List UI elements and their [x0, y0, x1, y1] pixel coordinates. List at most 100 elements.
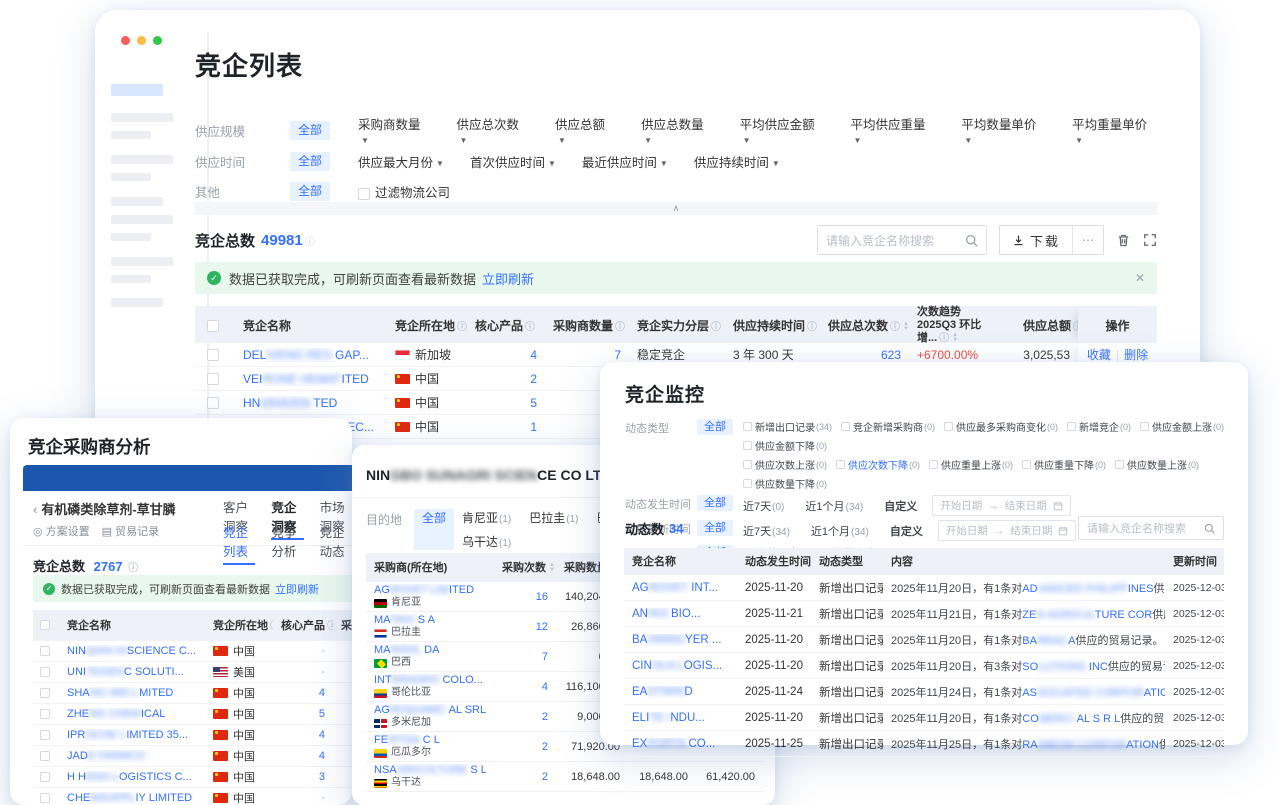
fullscreen-icon[interactable] — [1143, 233, 1157, 247]
purchase-times-cell[interactable]: 7 — [494, 651, 556, 663]
filter-dropdown[interactable]: 首次供应时间▼ — [470, 152, 556, 171]
filter-dropdown[interactable]: 采购商数量▼ — [358, 114, 431, 147]
monitor-option-新增竞企[interactable]: 新增竞企(0) — [1067, 419, 1131, 434]
minimize-window-icon[interactable] — [137, 36, 146, 45]
core-products-cell[interactable]: 1 — [467, 420, 545, 434]
buyer-name-cell[interactable]: AGROQUIMIC AL SRL多米尼加 — [366, 704, 494, 729]
company-name-cell[interactable]: H HENG LOGISTICS C... — [59, 771, 205, 783]
company-name-cell[interactable]: EXPORTA CO... — [624, 738, 737, 750]
core-products-cell[interactable]: - — [273, 792, 333, 804]
monitor-option-供应重量下降[interactable]: 供应重量下降(0) — [1022, 457, 1106, 472]
company-name-cell[interactable]: ELITE INDU... — [624, 712, 737, 724]
buyer-name-cell[interactable]: INTERAGRO COLO...哥伦比亚 — [366, 674, 494, 699]
monitor-option-供应重量上涨[interactable]: 供应重量上涨(0) — [929, 457, 1013, 472]
checkbox[interactable] — [207, 320, 219, 332]
table-row[interactable]: H HENG LOGISTICS C...中国3 — [33, 767, 352, 788]
checkbox[interactable] — [207, 349, 219, 361]
filter-chip-all[interactable]: 全部 — [290, 152, 330, 171]
filter-checkbox-option[interactable]: 过滤物流公司 — [358, 182, 450, 201]
monitor-option-竞企新增采购商[interactable]: 竞企新增采购商(0) — [841, 419, 935, 434]
company-name-cell[interactable]: HNGRAVEN TED — [235, 396, 387, 410]
core-products-cell[interactable]: 4 — [467, 348, 545, 362]
table-row[interactable]: NINQIAN HISCIENCE C...中国- — [33, 641, 352, 662]
checkbox[interactable] — [207, 373, 219, 385]
table-row[interactable]: ELITE INDU...2025-11-20新增出口记录2025年11月20日… — [624, 705, 1224, 731]
checkbox[interactable] — [743, 422, 752, 431]
table-row[interactable]: BAONINGYER ...2025-11-20新增出口记录2025年11月20… — [624, 627, 1224, 653]
date-range-input[interactable]: 开始日期→结束日期 — [932, 495, 1071, 516]
buyer-name-cell[interactable]: NSAGRICULTURE S LI...乌干达 — [366, 764, 494, 789]
buyer-count-cell[interactable]: 7 — [545, 348, 629, 362]
table-row[interactable]: JADE FARMCO中国4 — [33, 746, 352, 767]
purchase-times-cell[interactable]: 12 — [494, 621, 556, 633]
sort-icon[interactable]: ▲▼ — [549, 563, 555, 573]
maximize-window-icon[interactable] — [153, 36, 162, 45]
checkbox[interactable] — [358, 188, 370, 200]
filter-chip-all[interactable]: 全部 — [414, 509, 454, 550]
checkbox[interactable] — [40, 667, 50, 677]
company-name-cell[interactable]: SHANG WEI LMITED — [59, 687, 205, 699]
filter-dropdown[interactable]: 供应最大月份▼ — [358, 152, 444, 171]
destination-option-乌干达[interactable]: 乌干达(1) — [462, 533, 511, 550]
company-name-cell[interactable]: VEIRONE HEMATITED — [235, 372, 387, 386]
table-row[interactable]: CHEMSUPPLIY LIMITED中国- — [33, 788, 352, 805]
filter-dropdown[interactable]: 供应总额▼ — [555, 114, 615, 147]
table-row[interactable]: AGROVET INT...2025-11-20新增出口记录2025年11月20… — [624, 575, 1224, 601]
company-name-cell[interactable]: ZHENG CHEMICAL — [59, 708, 205, 720]
delete-button[interactable]: 删除 — [1124, 346, 1148, 363]
checkbox[interactable] — [207, 397, 219, 409]
destination-option-巴拉圭[interactable]: 巴拉圭(1) — [529, 509, 578, 526]
table-row[interactable]: IPROCHE LIMITED 35...中国4 — [33, 725, 352, 746]
monitor-option-供应金额上涨[interactable]: 供应金额上涨(0) — [1140, 419, 1224, 434]
checkbox[interactable] — [841, 422, 850, 431]
destination-option-肯尼亚[interactable]: 肯尼亚(1) — [462, 509, 511, 526]
purchase-times-cell[interactable]: 2 — [494, 771, 556, 783]
core-products-cell[interactable]: 4 — [273, 729, 333, 741]
subtab-竞企动态[interactable]: 竞企动态 — [320, 522, 352, 565]
company-name-cell[interactable]: EASTWIND — [624, 686, 737, 698]
company-name-cell[interactable]: AGROVET INT... — [624, 582, 737, 594]
checkbox[interactable] — [40, 646, 50, 656]
checkbox[interactable] — [836, 460, 845, 469]
company-name-cell[interactable]: NINQIAN HISCIENCE C... — [59, 645, 205, 657]
time-option-近7天[interactable]: 近7天(0) — [743, 498, 784, 514]
checkbox[interactable] — [40, 709, 50, 719]
checkbox[interactable] — [1067, 422, 1076, 431]
table-row[interactable]: SHANG WEI LMITED中国4 — [33, 683, 352, 704]
checkbox[interactable] — [929, 460, 938, 469]
nav-link-贸易记录[interactable]: ▤ 贸易记录 — [102, 523, 159, 539]
search-input[interactable]: 请输入竞企名称搜索 — [1078, 516, 1224, 540]
download-button[interactable]: 下载 — [1000, 226, 1072, 254]
monitor-option-供应最多采购商变化[interactable]: 供应最多采购商变化(0) — [944, 419, 1058, 434]
checkbox[interactable] — [40, 688, 50, 698]
monitor-option-供应次数下降[interactable]: 供应次数下降(0) — [836, 457, 920, 472]
checkbox[interactable] — [743, 441, 752, 450]
core-products-cell[interactable]: - — [273, 645, 333, 657]
checkbox[interactable] — [1022, 460, 1031, 469]
filter-dropdown[interactable]: 供应总次数▼ — [457, 114, 530, 147]
purchase-times-cell[interactable]: 4 — [494, 681, 556, 693]
core-products-cell[interactable]: 4 — [273, 687, 333, 699]
checkbox[interactable] — [40, 620, 50, 630]
filter-dropdown[interactable]: 平均供应重量▼ — [851, 114, 936, 147]
buyer-name-cell[interactable]: MATRIX S A巴拉圭 — [366, 614, 494, 639]
purchase-times-cell[interactable]: 16 — [494, 591, 556, 603]
company-name-cell[interactable]: IPROCHE LIMITED 35... — [59, 729, 205, 741]
purchase-times-cell[interactable]: 2 — [494, 741, 556, 753]
subtab-竞企列表[interactable]: 竞企列表 — [223, 522, 255, 565]
company-name-cell[interactable]: BAONINGYER ... — [624, 634, 737, 646]
filter-chip-all[interactable]: 全部 — [697, 495, 733, 511]
filter-dropdown[interactable]: 平均数量单价▼ — [961, 114, 1046, 147]
monitor-option-供应数量下降[interactable]: 供应数量下降(0) — [743, 476, 827, 491]
monitor-option-供应数量上涨[interactable]: 供应数量上涨(0) — [1115, 457, 1199, 472]
checkbox[interactable] — [1115, 460, 1124, 469]
table-row[interactable]: EXPORTA CO...2025-11-25新增出口记录2025年11月25日… — [624, 731, 1224, 757]
company-name-cell[interactable]: CHEMSUPPLIY LIMITED — [59, 792, 205, 804]
checkbox[interactable] — [40, 751, 50, 761]
buyer-name-cell[interactable]: FERTISA C L厄瓜多尔 — [366, 734, 494, 759]
core-products-cell[interactable]: - — [273, 666, 333, 678]
core-products-cell[interactable]: 5 — [467, 396, 545, 410]
supply-times-cell[interactable]: 623 — [820, 348, 909, 362]
purchase-times-cell[interactable]: 2 — [494, 711, 556, 723]
favorite-button[interactable]: 收藏 — [1087, 346, 1111, 363]
